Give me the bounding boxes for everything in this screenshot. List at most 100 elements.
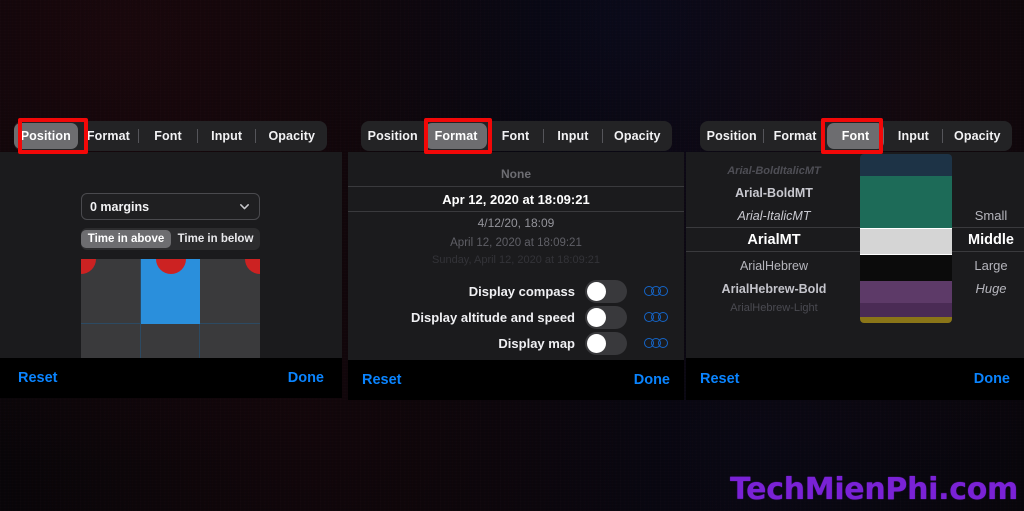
toggle-knob: [587, 281, 606, 301]
font-panel-tabbar: Position Format Font Input Opacity: [686, 118, 1024, 154]
wheel-item-label: Huge: [975, 281, 1007, 296]
position-panel-tabbar: Position Format Font Input Opacity: [0, 118, 342, 154]
color-swatch[interactable]: [860, 281, 952, 303]
tab-format[interactable]: Format: [425, 123, 487, 149]
font-size-picker-wheel[interactable]: Small Middle Large Huge: [958, 152, 1024, 358]
done-button[interactable]: Done: [634, 372, 670, 388]
wheel-item[interactable]: 4/12/20, 18:09: [348, 213, 684, 233]
font-panel: Position Format Font Input Opacity Arial…: [686, 118, 1024, 400]
format-panel-bottom-bar: Reset Done: [348, 360, 684, 400]
display-altitude-speed-toggle[interactable]: [585, 305, 627, 329]
tab-input[interactable]: Input: [198, 121, 256, 151]
format-panel-tabbar: Position Format Font Input Opacity: [348, 118, 684, 154]
time-position-segmented[interactable]: Time in above Time in below: [81, 228, 260, 250]
tab-position[interactable]: Position: [361, 121, 424, 151]
wheel-item-label: Arial-BoldMT: [735, 185, 813, 200]
wheel-item-selected[interactable]: Apr 12, 2020 at 18:09:21: [348, 188, 684, 210]
segmented-tabs[interactable]: Position Format Font Input Opacity: [361, 121, 672, 151]
display-compass-row: Display compass: [348, 278, 684, 304]
wheel-item-none[interactable]: None: [348, 164, 684, 184]
tab-input[interactable]: Input: [544, 121, 601, 151]
tab-font[interactable]: Font: [488, 121, 543, 151]
tab-font[interactable]: Font: [139, 121, 197, 151]
reset-button[interactable]: Reset: [18, 370, 58, 386]
tab-opacity-label: Opacity: [614, 129, 661, 143]
color-swatch[interactable]: [860, 317, 952, 323]
tab-opacity[interactable]: Opacity: [603, 121, 672, 151]
wheel-item-label: Large: [974, 258, 1008, 273]
tab-opacity-label: Opacity: [954, 129, 1001, 143]
tab-position[interactable]: Position: [700, 121, 763, 151]
grid-cell[interactable]: [141, 324, 201, 358]
tab-format-label: Format: [434, 129, 478, 143]
wheel-item-label: April 12, 2020 at 18:09:21: [450, 237, 582, 249]
three-circles-icon[interactable]: [644, 285, 670, 297]
color-swatch[interactable]: [860, 204, 952, 228]
wheel-item[interactable]: Arial-BoldItalicMT: [694, 162, 854, 180]
time-in-above-option[interactable]: Time in above: [81, 230, 171, 248]
wheel-item[interactable]: Sunday, April 12, 2020 at 18:09:21: [348, 251, 684, 269]
wheel-item-clipped: [694, 314, 854, 326]
wheel-item[interactable]: Arial-BoldMT: [694, 183, 854, 202]
format-panel-body: None Apr 12, 2020 at 18:09:21 4/12/20, 1…: [348, 152, 684, 360]
wheel-item[interactable]: ArialHebrew-Bold: [694, 279, 854, 298]
segmented-tabs[interactable]: Position Format Font Input Opacity: [700, 121, 1012, 151]
wheel-item[interactable]: Small: [958, 206, 1024, 225]
three-circles-icon[interactable]: [644, 311, 670, 323]
tab-input[interactable]: Input: [885, 121, 941, 151]
time-in-below-option[interactable]: Time in below: [171, 228, 260, 250]
wheel-item-label: ArialMT: [747, 231, 801, 248]
segmented-tabs[interactable]: Position Format Font Input Opacity: [14, 121, 327, 151]
font-panel-body: Arial-BoldItalicMT Arial-BoldMT Arial-It…: [686, 152, 1024, 358]
wheel-item-label: None: [501, 167, 531, 181]
margins-dropdown[interactable]: 0 margins: [81, 193, 260, 220]
reset-button[interactable]: Reset: [700, 371, 740, 387]
wheel-item[interactable]: ArialHebrew: [694, 256, 854, 275]
position-panel-body: 0 margins Time in above Time in below: [0, 152, 342, 358]
grid-cell[interactable]: [200, 324, 260, 358]
color-swatch[interactable]: [860, 303, 952, 317]
text-color-picker-wheel[interactable]: [860, 154, 952, 323]
display-compass-toggle[interactable]: [585, 279, 627, 303]
position-panel-bottom-bar: Reset Done: [0, 358, 342, 398]
tab-opacity-label: Opacity: [268, 129, 316, 143]
wheel-item-label: Arial-ItalicMT: [737, 208, 811, 223]
display-map-label: Display map: [498, 335, 575, 351]
done-button[interactable]: Done: [288, 370, 324, 386]
margins-dropdown-value: 0 margins: [90, 199, 150, 214]
wheel-item[interactable]: Large: [958, 256, 1024, 275]
wheel-item-label: Sunday, April 12, 2020 at 18:09:21: [432, 254, 600, 266]
grid-cell[interactable]: [81, 324, 141, 358]
tab-format[interactable]: Format: [764, 121, 825, 151]
color-swatch[interactable]: [860, 255, 952, 281]
wheel-item-label: Arial-BoldItalicMT: [727, 165, 821, 177]
tab-position[interactable]: Position: [14, 123, 78, 149]
tab-input-label: Input: [897, 129, 929, 143]
done-button[interactable]: Done: [974, 371, 1010, 387]
tab-format[interactable]: Format: [79, 121, 139, 151]
three-circles-icon[interactable]: [644, 337, 670, 349]
tab-font-label: Font: [154, 129, 182, 143]
wheel-item-selected[interactable]: ArialMT: [694, 230, 854, 249]
tab-opacity[interactable]: Opacity: [943, 121, 1012, 151]
tab-opacity[interactable]: Opacity: [256, 121, 327, 151]
display-map-toggle[interactable]: [585, 331, 627, 355]
display-altitude-speed-row: Display altitude and speed: [348, 304, 684, 330]
format-panel: Position Format Font Input Opacity None …: [348, 118, 684, 400]
tab-font-label: Font: [841, 129, 870, 143]
position-grid[interactable]: [81, 259, 260, 358]
tab-font[interactable]: Font: [826, 123, 885, 149]
reset-button[interactable]: Reset: [362, 372, 402, 388]
color-swatch[interactable]: [860, 154, 952, 176]
wheel-item[interactable]: Arial-ItalicMT: [694, 206, 854, 225]
time-in-below-label: Time in below: [177, 233, 254, 245]
color-swatch-selected[interactable]: [860, 228, 952, 255]
wheel-item[interactable]: April 12, 2020 at 18:09:21: [348, 233, 684, 253]
wheel-item-label: ArialHebrew-Bold: [721, 281, 827, 296]
wheel-item[interactable]: Huge: [958, 279, 1024, 298]
chevron-down-icon: [240, 204, 249, 210]
wheel-item-label: Middle: [968, 231, 1014, 248]
wheel-item-selected[interactable]: Middle: [958, 230, 1024, 249]
color-swatch[interactable]: [860, 176, 952, 204]
font-family-picker-wheel[interactable]: Arial-BoldItalicMT Arial-BoldMT Arial-It…: [694, 152, 854, 358]
